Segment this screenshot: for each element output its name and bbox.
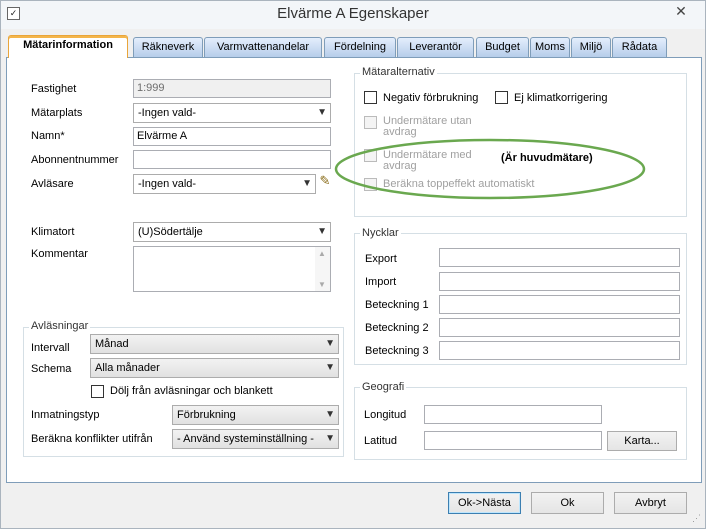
chevron-down-icon: ▼: [325, 409, 335, 420]
tab-moms[interactable]: Moms: [530, 37, 570, 57]
schema-value: Alla månader: [95, 362, 160, 374]
import-label: Import: [365, 276, 397, 288]
chevron-down-icon: ▼: [302, 178, 312, 189]
tab-fordelning[interactable]: Fördelning: [324, 37, 396, 57]
beteckning3-label: Beteckning 3: [365, 345, 429, 357]
tab-content: Fastighet 1:999 Mätarplats -Ingen vald- ▼…: [6, 57, 702, 483]
konflikter-label: Beräkna konflikter utifrån: [31, 433, 153, 445]
annotation-ellipse: [334, 138, 646, 200]
nycklar-title: Nycklar: [360, 227, 401, 239]
karta-button[interactable]: Karta...: [607, 431, 677, 451]
konflikter-value: - Använd systeminställning -: [177, 433, 314, 445]
intervall-select[interactable]: Månad ▼: [90, 334, 339, 354]
window-title: Elvärme A Egenskaper: [277, 5, 429, 22]
intervall-label: Intervall: [31, 342, 70, 354]
avlasare-label: Avläsare: [31, 178, 74, 190]
beteckning2-label: Beteckning 2: [365, 322, 429, 334]
chevron-down-icon: ▼: [325, 433, 335, 444]
latitud-input[interactable]: [424, 431, 602, 450]
kommentar-textarea[interactable]: ▲ ▼: [133, 246, 331, 292]
latitud-label: Latitud: [364, 435, 398, 447]
matarplats-select[interactable]: -Ingen vald- ▼: [133, 103, 331, 123]
longitud-input[interactable]: [424, 405, 602, 424]
klimatort-value: (U)Södertälje: [138, 226, 203, 238]
beteckning1-input[interactable]: [439, 295, 680, 314]
inmatningstyp-label: Inmatningstyp: [31, 409, 100, 421]
tab-varmvattenandelar[interactable]: Varmvattenandelar: [204, 37, 322, 57]
schema-select[interactable]: Alla månader ▼: [90, 358, 339, 378]
matarplats-value: -Ingen vald-: [138, 107, 197, 119]
close-button[interactable]: ✕: [659, 2, 703, 22]
properties-window: ✓ Elvärme A Egenskaper ✕ Mätarinformatio…: [0, 0, 706, 529]
dolj-label: Dölj från avläsningar och blankett: [110, 385, 273, 397]
tab-radata[interactable]: Rådata: [612, 37, 667, 57]
chevron-down-icon: ▼: [317, 226, 327, 237]
abonnentnummer-input[interactable]: [133, 150, 331, 169]
matarplats-label: Mätarplats: [31, 107, 83, 119]
fastighet-field: 1:999: [133, 79, 331, 98]
negativ-checkbox[interactable]: [364, 91, 377, 104]
tab-strip: Mätarinformation Räkneverk Varmvattenand…: [6, 35, 702, 58]
tab-matarinformation[interactable]: Mätarinformation: [8, 35, 128, 58]
chevron-down-icon: ▼: [318, 280, 326, 289]
chevron-down-icon: ▼: [325, 338, 335, 349]
annotation-ellipse-shape: [334, 138, 646, 200]
chevron-down-icon: ▼: [317, 107, 327, 118]
title-bar: ✓ Elvärme A Egenskaper ✕: [1, 1, 705, 29]
import-input[interactable]: [439, 272, 680, 291]
inmatningstyp-select[interactable]: Förbrukning ▼: [172, 405, 339, 425]
intervall-value: Månad: [95, 338, 129, 350]
schema-label: Schema: [31, 363, 72, 375]
kommentar-label: Kommentar: [31, 248, 88, 260]
namn-label: Namn*: [31, 130, 65, 142]
longitud-label: Longitud: [364, 409, 407, 421]
undermatare-utan-label: Undermätare utan avdrag: [383, 115, 472, 138]
mataralternativ-title: Mätaralternativ: [360, 66, 437, 78]
chevron-up-icon: ▲: [318, 249, 326, 258]
beteckning1-label: Beteckning 1: [365, 299, 429, 311]
klimat-label: Ej klimatkorrigering: [514, 92, 608, 104]
tab-leverantor[interactable]: Leverantör: [397, 37, 474, 57]
abonnentnummer-label: Abonnentnummer: [31, 154, 119, 166]
scrollbar[interactable]: ▲ ▼: [315, 247, 330, 291]
beteckning3-input[interactable]: [439, 341, 680, 360]
beteckning2-input[interactable]: [439, 318, 680, 337]
ok-nasta-button[interactable]: Ok->Nästa: [448, 492, 521, 514]
edit-pencil-icon[interactable]: ✎: [318, 173, 332, 189]
avlasare-select[interactable]: -Ingen vald- ▼: [133, 174, 316, 194]
undermatare-utan-checkbox[interactable]: [364, 116, 377, 129]
klimat-checkbox[interactable]: [495, 91, 508, 104]
fastighet-label: Fastighet: [31, 83, 77, 95]
tab-budget[interactable]: Budget: [476, 37, 529, 57]
inmatningstyp-value: Förbrukning: [177, 409, 236, 421]
klimatort-select[interactable]: (U)Södertälje ▼: [133, 222, 331, 242]
export-input[interactable]: [439, 248, 680, 267]
ok-button[interactable]: Ok: [531, 492, 604, 514]
avbryt-button[interactable]: Avbryt: [614, 492, 687, 514]
resize-grip-icon[interactable]: ⋰: [692, 513, 701, 524]
dolj-checkbox[interactable]: [91, 385, 104, 398]
geografi-title: Geografi: [360, 381, 407, 393]
avlasare-value: -Ingen vald-: [138, 178, 197, 190]
klimatort-label: Klimatort: [31, 226, 75, 238]
tab-rakneverk[interactable]: Räkneverk: [133, 37, 203, 57]
avlasningar-title: Avläsningar: [29, 320, 91, 332]
tab-miljo[interactable]: Miljö: [571, 37, 611, 57]
negativ-label: Negativ förbrukning: [383, 92, 479, 104]
export-label: Export: [365, 253, 397, 265]
namn-input[interactable]: Elvärme A: [133, 127, 331, 146]
chevron-down-icon: ▼: [325, 362, 335, 373]
konflikter-select[interactable]: - Använd systeminställning - ▼: [172, 429, 339, 449]
